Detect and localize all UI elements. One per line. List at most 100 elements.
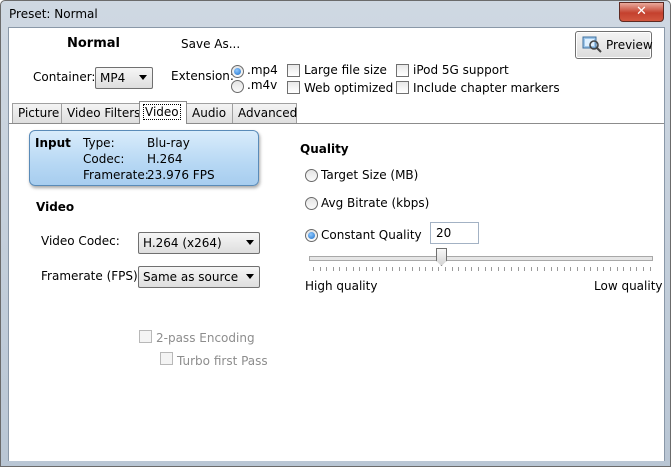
slider-tick	[629, 267, 631, 271]
slider-tick	[326, 267, 328, 271]
slider-tick	[332, 267, 334, 271]
container-select[interactable]: MP4	[95, 67, 153, 89]
slider-tick	[425, 267, 427, 271]
target-size-label: Target Size (MB)	[321, 168, 419, 182]
codec-label: Codec:	[83, 152, 125, 166]
input-info-box: Input Type: Blu-ray Codec: H.264 Framera…	[29, 130, 259, 186]
slider-tick	[530, 267, 532, 271]
framerate-label: Framerate:	[83, 168, 149, 182]
slider-tick	[636, 267, 638, 271]
slider-tick	[471, 267, 473, 271]
tab-video-filters[interactable]: Video Filters	[61, 103, 140, 123]
tab-advanced-label: Advanced	[238, 106, 298, 120]
slider-tick	[352, 267, 354, 271]
preset-name: Normal	[67, 36, 120, 51]
tab-advanced[interactable]: Advanced	[232, 103, 297, 123]
codec-value: H.264	[147, 152, 183, 166]
slider-tick	[590, 267, 592, 271]
constant-quality-radio[interactable]	[305, 229, 318, 242]
slider-tick	[346, 267, 347, 271]
chevron-down-icon	[139, 75, 147, 80]
close-button[interactable]: ✕	[619, 2, 664, 22]
tab-audio-label: Audio	[192, 106, 227, 120]
chevron-down-icon	[246, 240, 254, 245]
video-codec-label: Video Codec:	[41, 234, 120, 248]
preview-icon	[582, 36, 602, 53]
avg-bitrate-radio[interactable]	[305, 197, 318, 210]
slider-tick	[405, 267, 407, 271]
ipod-5g-label: iPod 5G support	[413, 63, 509, 77]
type-value: Blu-ray	[147, 136, 190, 150]
slider-tick	[491, 267, 493, 271]
title-bar[interactable]: Preset: Normal ✕	[1, 1, 670, 27]
turbo-first-pass-checkbox[interactable]	[160, 352, 173, 365]
quality-slider-thumb[interactable]	[436, 248, 447, 266]
tab-audio[interactable]: Audio	[186, 103, 233, 123]
slider-tick	[497, 267, 499, 271]
slider-tick	[544, 267, 545, 271]
container-label: Container:	[33, 70, 96, 84]
slider-tick	[339, 267, 341, 271]
slider-tick	[649, 267, 651, 271]
extension-mp4-radio[interactable]	[231, 65, 244, 78]
slider-tick	[379, 267, 380, 271]
slider-tick	[563, 267, 565, 271]
tab-picture-label: Picture	[18, 106, 60, 120]
slider-low-quality-label: Low quality	[594, 279, 663, 293]
two-pass-checkbox[interactable]	[139, 330, 152, 343]
tab-video-label: Video	[143, 104, 181, 120]
slider-tick	[398, 267, 400, 271]
large-file-size-label: Large file size	[304, 63, 387, 77]
save-as-link[interactable]: Save As...	[181, 37, 240, 51]
slider-tick	[392, 267, 394, 271]
video-codec-select[interactable]: H.264 (x264)	[138, 232, 260, 254]
constant-quality-value: 20	[436, 226, 452, 240]
slider-tick	[418, 267, 420, 271]
client-area: Normal Save As... Preview Container: MP4…	[8, 27, 665, 461]
slider-tick	[616, 267, 618, 271]
slider-tick	[511, 267, 512, 271]
quality-slider-track[interactable]	[309, 256, 653, 261]
turbo-first-pass-label: Turbo first Pass	[177, 354, 268, 368]
extension-m4v-label: .m4v	[247, 78, 278, 92]
slider-tick	[412, 267, 413, 271]
slider-tick	[524, 267, 526, 271]
slider-tick	[372, 267, 374, 271]
slider-tick	[431, 267, 433, 271]
constant-quality-input[interactable]: 20	[430, 222, 479, 244]
extension-label: Extension:	[171, 69, 234, 83]
framerate-fps-label: Framerate (FPS):	[41, 269, 142, 283]
slider-tick	[537, 267, 539, 271]
extension-mp4-label: .mp4	[247, 63, 278, 77]
target-size-radio[interactable]	[305, 169, 318, 182]
large-file-size-checkbox[interactable]	[287, 64, 300, 77]
close-icon: ✕	[636, 4, 647, 19]
slider-tick	[596, 267, 598, 271]
tab-picture[interactable]: Picture	[12, 103, 62, 123]
slider-tick	[313, 267, 314, 271]
slider-tick	[478, 267, 479, 271]
preview-label: Preview	[606, 38, 653, 52]
video-codec-value: H.264 (x264)	[143, 236, 222, 250]
tab-video[interactable]: Video	[139, 101, 187, 124]
tab-video-filters-label: Video Filters	[67, 106, 141, 120]
extension-m4v-radio[interactable]	[231, 80, 244, 93]
slider-tick	[643, 267, 644, 271]
two-pass-label: 2-pass Encoding	[156, 331, 255, 345]
preview-button[interactable]: Preview	[575, 31, 653, 59]
ipod-5g-checkbox[interactable]	[396, 64, 409, 77]
web-optimized-checkbox[interactable]	[287, 81, 300, 94]
slider-tick	[623, 267, 625, 271]
slider-tick	[458, 267, 460, 271]
slider-tick	[570, 267, 572, 271]
video-heading: Video	[36, 200, 75, 214]
window-title: Preset: Normal	[9, 7, 98, 21]
slider-tick	[610, 267, 611, 271]
framerate-select[interactable]: Same as source	[138, 266, 260, 288]
slider-tick	[517, 267, 519, 271]
chapter-markers-checkbox[interactable]	[396, 81, 409, 94]
slider-tick	[438, 267, 440, 271]
slider-tick	[577, 267, 578, 271]
video-tab-panel: Input Type: Blu-ray Codec: H.264 Framera…	[9, 123, 664, 461]
constant-quality-label: Constant Quality	[321, 228, 422, 242]
